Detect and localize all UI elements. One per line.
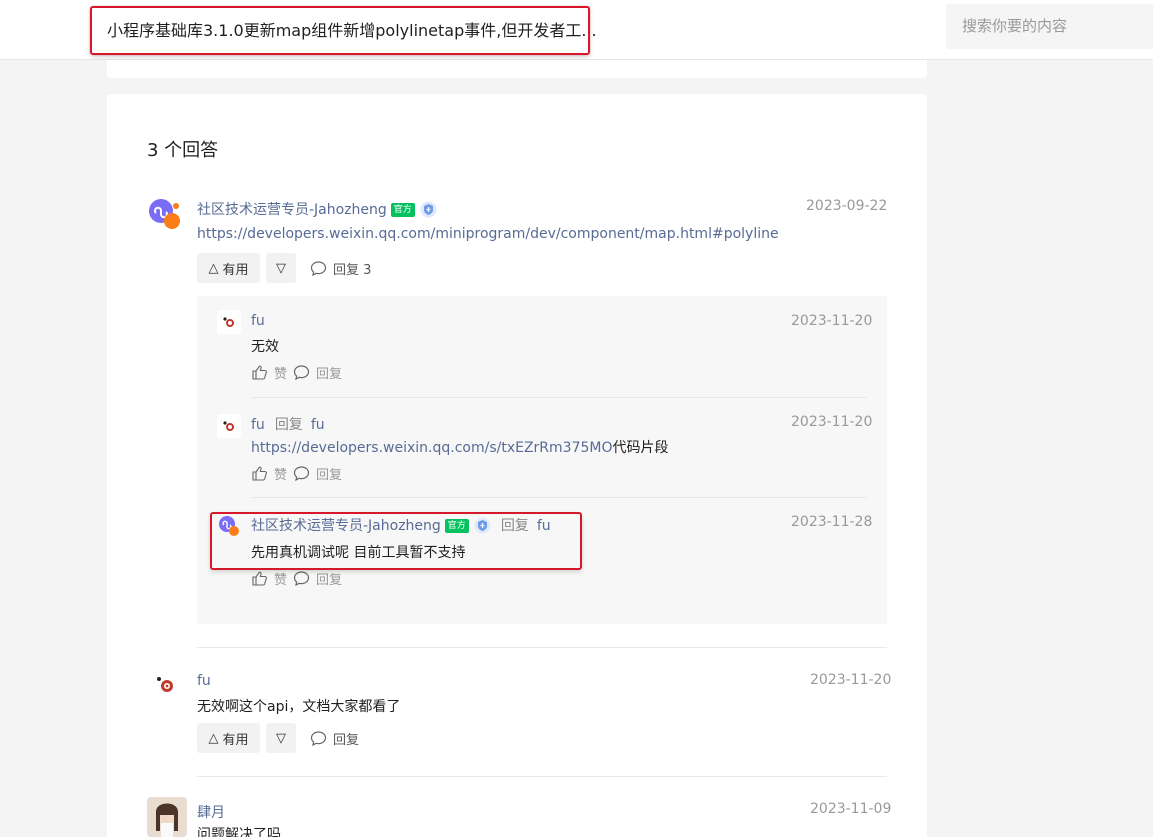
reply-date: 2023-11-20: [791, 414, 873, 430]
search-box[interactable]: [946, 4, 1153, 49]
like-label[interactable]: 赞: [274, 569, 287, 588]
comment-icon[interactable]: [293, 570, 310, 587]
answer-author[interactable]: fu: [197, 673, 211, 689]
comment-icon[interactable]: [293, 364, 310, 381]
answer-author[interactable]: 社区技术运营专员-Jahozheng 官方: [197, 199, 437, 219]
reply-label[interactable]: 回复: [316, 363, 342, 382]
author-name[interactable]: 社区技术运营专员-Jahozheng: [197, 202, 387, 218]
reply-highlight-box: [210, 512, 582, 570]
not-useful-button[interactable]: ▽: [266, 723, 296, 753]
reply-button[interactable]: 回复 3: [310, 259, 371, 278]
reply-button[interactable]: 回复: [310, 729, 359, 748]
answer-link[interactable]: https://developers.weixin.qq.com/minipro…: [197, 226, 779, 242]
replies-panel: fu 2023-11-20 无效 赞 回复 fu 回复 fu 2023-11-20 …: [197, 296, 887, 624]
reply-author[interactable]: fu: [251, 417, 265, 433]
reply-content: 无效: [251, 339, 279, 355]
answers-count: 3 个回答: [147, 140, 219, 161]
useful-button[interactable]: △ 有用: [197, 253, 260, 283]
reply-label[interactable]: 回复: [316, 464, 342, 483]
top-bar: 小程序基础库3.1.0更新map组件新增polylinetap事件,但开发者工.…: [0, 0, 1153, 60]
useful-label: 有用: [222, 732, 249, 748]
reply-label: 回复: [333, 733, 360, 748]
useful-button[interactable]: △ 有用: [197, 723, 260, 753]
search-input[interactable]: [962, 17, 1142, 35]
avatar[interactable]: [147, 668, 183, 704]
avatar-image: [147, 668, 183, 704]
official-badge: 官方: [390, 203, 415, 217]
reply-to-author[interactable]: fu: [311, 417, 325, 433]
avatar[interactable]: [217, 414, 241, 438]
triangle-down-icon: ▽: [276, 730, 286, 746]
miniprogram-logo-icon: [149, 199, 180, 229]
like-label[interactable]: 赞: [274, 464, 287, 483]
answer-date: 2023-11-09: [810, 801, 892, 817]
answer-divider: [197, 776, 887, 777]
reply-date: 2023-11-28: [791, 514, 873, 530]
reply-date: 2023-11-20: [791, 313, 873, 329]
not-useful-button[interactable]: ▽: [266, 253, 296, 283]
reply-word: 回复: [274, 417, 303, 433]
answer-divider: [197, 647, 887, 648]
comment-icon: [310, 731, 327, 747]
reply-author-line: fu 回复 fu: [251, 414, 325, 434]
shield-icon: [420, 201, 437, 218]
avatar-image: [217, 414, 241, 438]
useful-label: 有用: [222, 262, 249, 278]
answer-content: 问题解决了吗: [197, 827, 281, 837]
reply-content-suffix: 代码片段: [612, 440, 669, 456]
title-highlight-box: [90, 6, 590, 55]
avatar[interactable]: [147, 196, 183, 232]
reply-link[interactable]: https://developers.weixin.qq.com/s/txEZr…: [251, 440, 613, 456]
triangle-up-icon: △: [208, 730, 219, 746]
avatar[interactable]: [217, 310, 241, 334]
triangle-down-icon: ▽: [276, 260, 286, 276]
reply-count-label: 回复 3: [333, 263, 372, 278]
answer-content: 无效啊这个api，文档大家都看了: [197, 699, 401, 715]
reply-actions: 赞 回复: [251, 464, 342, 483]
answer-date: 2023-11-20: [810, 672, 892, 688]
comment-icon[interactable]: [293, 465, 310, 482]
reply-content: https://developers.weixin.qq.com/s/txEZr…: [251, 437, 669, 457]
triangle-up-icon: △: [208, 260, 219, 276]
answers-card: 3 个回答 社区技术运营专员-Jahozheng 官方 2023-09-22 ht…: [107, 94, 927, 837]
reply-author[interactable]: fu: [251, 313, 265, 329]
thumbs-up-icon[interactable]: [251, 465, 268, 482]
thumbs-up-icon[interactable]: [251, 364, 268, 381]
avatar-image: [217, 310, 241, 334]
avatar[interactable]: [147, 797, 187, 837]
reply-actions: 赞 回复: [251, 569, 342, 588]
comment-icon: [310, 261, 327, 277]
avatar-image: [147, 797, 187, 837]
divider: [251, 397, 867, 398]
thumbs-up-icon[interactable]: [251, 570, 268, 587]
like-label[interactable]: 赞: [274, 363, 287, 382]
reply-actions: 赞 回复: [251, 363, 342, 382]
question-card: [107, 60, 927, 78]
answer-date: 2023-09-22: [806, 198, 888, 214]
reply-label[interactable]: 回复: [316, 569, 342, 588]
divider: [251, 497, 867, 498]
answer-author[interactable]: 肆月: [197, 802, 225, 822]
